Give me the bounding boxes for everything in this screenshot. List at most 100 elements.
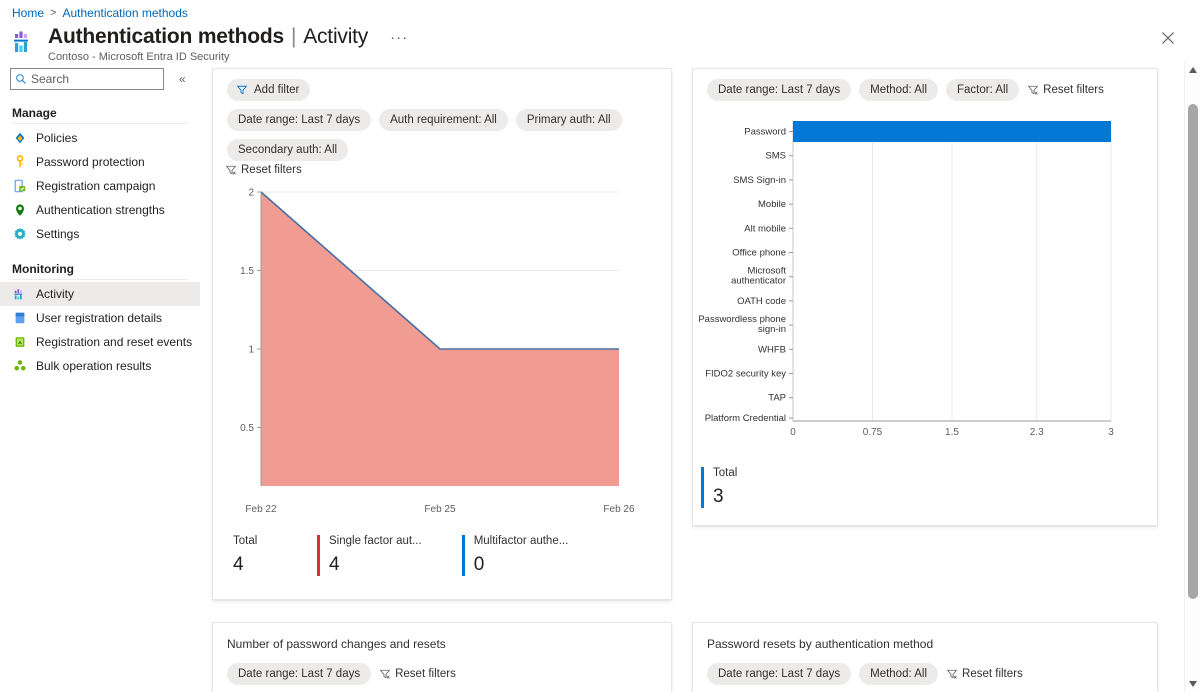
reset-filter-icon [947,669,957,679]
sidebar-item-activity[interactable]: Activity [0,282,200,306]
scroll-down-arrow-icon[interactable] [1185,676,1200,692]
reset-filters-pwchanges-label: Reset filters [395,668,456,680]
sidebar-item-registration-campaign[interactable]: Registration campaign [0,174,200,198]
sidebar-item-policies[interactable]: Policies [0,126,200,150]
more-options-button[interactable]: ··· [390,30,408,45]
x-tick-feb26: Feb 26 [603,504,635,515]
reset-filter-icon [1028,85,1039,95]
page-title-section: Activity [303,25,369,48]
sidebar-item-label: Registration campaign [36,179,156,193]
filter-chip-pwchanges-date-range[interactable]: Date range: Last 7 days [227,663,372,685]
reset-filters-usage-button[interactable]: Reset filters [225,164,302,176]
scroll-up-arrow-icon[interactable] [1185,62,1200,78]
sidebar-item-label: Activity [36,287,75,301]
filter-chip-date-range[interactable]: Date range: Last 7 days [227,109,372,131]
reset-filters-pwchanges-button[interactable]: Reset filters [379,668,456,680]
cat-label-microsoft-authenticator-2: authenticator [731,276,786,287]
filter-chip-pwresets-date-range[interactable]: Date range: Last 7 days [707,663,852,685]
shield-icon [12,203,27,218]
x-tick-2-3: 2.3 [1030,427,1044,438]
sidebar-item-registration-and-reset-events[interactable]: Registration and reset events [0,330,200,354]
sidebar-item-label: Registration and reset events [36,335,193,349]
gear-icon [12,227,27,242]
usage-filter-chips: Date range: Last 7 days Auth requirement… [227,109,657,131]
search-input[interactable] [27,69,164,89]
x-tick-feb25: Feb 25 [424,504,456,515]
y-tick-1-5: 1.5 [240,266,254,277]
cat-label-password: Password [744,127,786,138]
kpi-methods-total-label: Total [713,467,738,479]
kpi-multifactor-label: Multifactor authe... [473,535,569,547]
page-title: Authentication methods | Activity [48,24,368,50]
card-password-changes: Number of password changes and resets Da… [212,622,672,692]
azure-portal-blade: Home > Authentication methods Authentica… [0,0,1200,692]
search-icon [16,74,26,84]
kpi-total-label: Total [233,535,258,547]
filter-chip-primary-auth[interactable]: Primary auth: All [515,109,622,131]
add-filter-row: Add filter [227,79,311,101]
sidebar-item-settings[interactable]: Settings [0,222,200,246]
authentication-methods-bar-chart: Password SMS SMS Sign-in Mobile Alt mobi… [698,121,1114,438]
sidebar-item-authentication-strengths[interactable]: Authentication strengths [0,198,200,222]
filter-chip-methods-method[interactable]: Method: All [859,79,939,101]
collapse-sidebar-button[interactable]: « [174,71,190,87]
kpi-total: Total 4 [221,535,277,576]
card-authentication-usage: Add filter Date range: Last 7 days Auth … [212,68,672,600]
kpi-methods-total: Total 3 [701,467,757,508]
page-title-main: Authentication methods [48,25,284,48]
vertical-scrollbar[interactable] [1184,62,1200,692]
cat-label-sms: SMS [765,151,786,162]
key-icon [12,155,27,170]
filter-icon [237,85,247,95]
authentication-methods-icon [14,31,28,52]
password-changes-title: Number of password changes and resets [227,637,446,651]
x-tick-0-75: 0.75 [863,427,883,438]
kpi-total-value: 4 [233,554,244,575]
y-tick-2: 2 [248,188,254,199]
reset-filters-usage-label: Reset filters [241,164,302,176]
cat-label-platform-credential: Platform Credential [705,413,786,424]
page-header: Authentication methods | Activity Contos… [12,24,408,63]
reset-filters-methods-label: Reset filters [1043,84,1104,96]
add-filter-button[interactable]: Add filter [227,79,311,101]
breadcrumb-authentication-methods[interactable]: Authentication methods [62,6,187,20]
filter-chip-secondary-auth[interactable]: Secondary auth: All [227,139,349,161]
breadcrumb: Home > Authentication methods [12,6,188,20]
search-box[interactable] [10,68,165,90]
filter-chip-auth-requirement[interactable]: Auth requirement: All [379,109,508,131]
close-icon[interactable] [1160,30,1178,48]
password-resets-filters: Date range: Last 7 days Method: All Rese… [707,663,1023,685]
events-icon [12,335,27,350]
cat-label-sms-sign-in: SMS Sign-in [733,175,786,186]
password-resets-title: Password resets by authentication method [707,637,934,651]
y-tick-1: 1 [248,345,254,356]
sidebar-item-label: Bulk operation results [36,359,152,373]
bulk-operation-icon [12,359,27,374]
kpi-single-factor-label: Single factor aut... [329,535,422,547]
reset-filters-methods-button[interactable]: Reset filters [1027,84,1104,96]
filter-chip-methods-date-range[interactable]: Date range: Last 7 days [707,79,852,101]
filter-chip-pwresets-method[interactable]: Method: All [859,663,939,685]
policies-icon [12,131,27,146]
sidebar-item-label: Settings [36,227,80,241]
authentication-usage-area-chart: 2 1.5 1 0.5 0 [240,188,619,486]
scrollbar-thumb[interactable] [1188,104,1198,599]
sidebar-divider [12,123,188,124]
card-authentication-methods: Date range: Last 7 days Method: All Fact… [692,68,1158,526]
breadcrumb-home[interactable]: Home [12,6,44,20]
card-password-resets: Password resets by authentication method… [692,622,1158,692]
cat-label-passwordless-phone-sign-in-2: sign-in [758,324,786,335]
cat-label-oath-code: OATH code [737,296,786,307]
x-tick-feb22: Feb 22 [245,504,277,515]
usage-kpi-row: Total 4 Single factor aut... 4 Multifact… [221,535,568,576]
sidebar-item-bulk-operation-results[interactable]: Bulk operation results [0,354,200,378]
reset-filters-pwresets-label: Reset filters [962,668,1023,680]
page-title-pipe: | [290,25,297,48]
filter-chip-methods-factor[interactable]: Factor: All [946,79,1020,101]
kpi-multifactor-value: 0 [473,554,485,575]
x-tick-3: 3 [1108,427,1114,438]
reset-filters-pwresets-button[interactable]: Reset filters [946,668,1023,680]
sidebar-search-row: « [0,68,200,90]
sidebar-item-password-protection[interactable]: Password protection [0,150,200,174]
sidebar-item-user-registration-details[interactable]: User registration details [0,306,200,330]
